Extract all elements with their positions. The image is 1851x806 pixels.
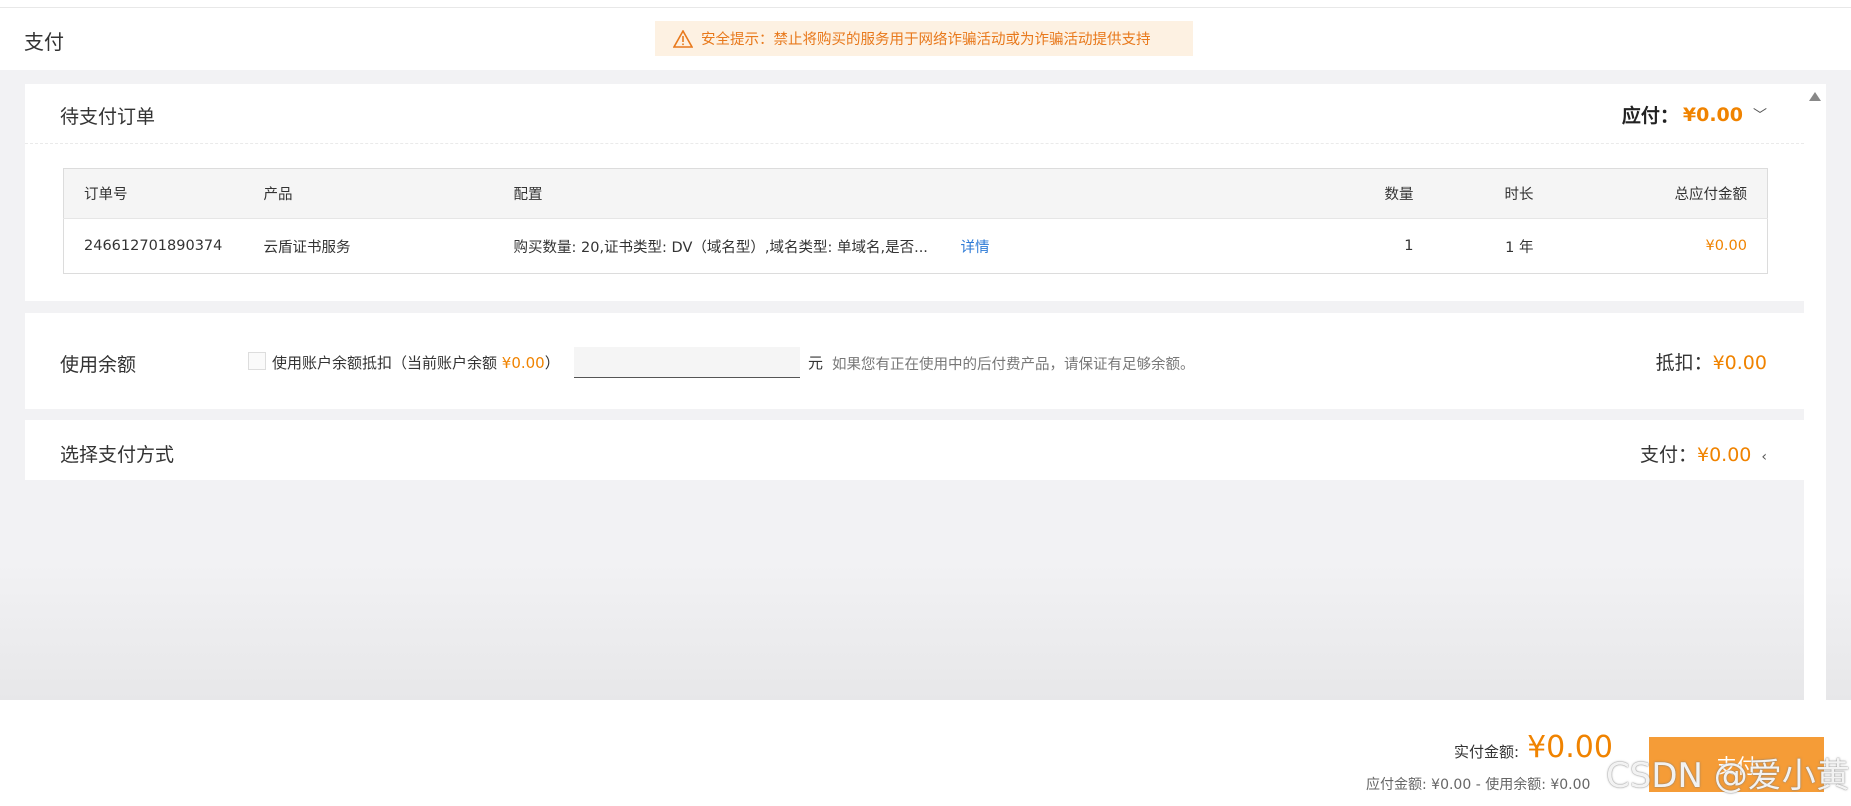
real-amount: ¥0.00 [1527,730,1613,765]
notice-text: 安全提示：禁止将购买的服务用于网络诈骗活动或为诈骗活动提供支持 [701,32,1151,48]
table-header-row: 订单号 产品 配置 数量 时长 总应付金额 [63,168,1768,219]
col-product: 产品 [263,168,514,219]
real-amount-label: 实付金额: [1454,743,1520,761]
payable-label: 应付： [1621,105,1679,127]
balance-amount-input[interactable] [574,347,800,378]
use-balance-checkbox[interactable] [248,352,266,370]
top-border [0,0,1851,8]
chevron-left-icon[interactable]: ‹ [1761,449,1767,465]
watermark: CSDN @爱小黄 [1606,756,1850,796]
currency-unit: 元 [808,354,824,372]
balance-hint: 如果您有正在使用中的后付费产品，请保证有足够余额。 [832,357,1195,373]
warning-icon [673,29,693,48]
orders-table: 订单号 产品 配置 数量 时长 总应付金额 246612701890374 云盾… [63,168,1768,274]
duration: 1 年 [1505,239,1534,256]
payment-method-panel[interactable]: 选择支付方式 支付：¥0.00 ‹ [25,420,1804,480]
deduction-amount: ¥0.00 [1712,352,1767,374]
product-name: 云盾证书服务 [263,239,351,256]
page-header: 支付 安全提示：禁止将购买的服务用于网络诈骗活动或为诈骗活动提供支持 [0,8,1851,70]
payable-summary[interactable]: 应付： ¥0.00 ﹀ [1622,101,1767,128]
use-balance-label[interactable]: 使用账户余额抵扣（当前账户余额 ¥0.00） [272,352,560,373]
col-total: 总应付金额 [1533,168,1768,219]
amount-breakdown: 应付金额: ¥0.00 - 使用余额: ¥0.00 [1366,777,1591,793]
col-order-no: 订单号 [63,168,264,219]
deduction-label: 抵扣： [1655,352,1713,374]
pending-orders-panel: 待支付订单 应付： ¥0.00 ﹀ 订单号 产品 配置 数量 时长 总应付金额 … [25,84,1804,301]
checkout-footer: 实付金额: ¥0.00 应付金额: ¥0.00 - 使用余额: ¥0.00 支付 [0,700,1851,806]
real-amount-summary: 实付金额: ¥0.00 [1454,730,1613,765]
pending-orders-title: 待支付订单 [60,106,156,128]
order-no: 246612701890374 [84,238,223,254]
payment-method-title: 选择支付方式 [60,444,175,466]
scrollbar[interactable] [1804,84,1826,700]
payment-summary[interactable]: 支付：¥0.00 ‹ [1640,440,1767,467]
pending-orders-header[interactable]: 待支付订单 应付： ¥0.00 ﹀ [25,84,1804,144]
config-text: 购买数量: 20,证书类型: DV（域名型）,域名类型: 单域名,是否... [513,239,928,256]
total-amount: ¥0.00 [1705,238,1747,254]
scroll-up-icon[interactable] [1809,92,1821,101]
security-notice: 安全提示：禁止将购买的服务用于网络诈骗活动或为诈骗活动提供支持 [655,21,1193,56]
use-balance-label-text: 使用账户余额抵扣（当前账户余额 [272,354,502,372]
use-balance-label-end: ） [544,354,560,372]
page-title: 支付 [24,30,64,54]
balance-title: 使用余额 [60,354,137,376]
col-config: 配置 [513,168,1284,219]
col-qty: 数量 [1283,168,1414,219]
config-cell: 购买数量: 20,证书类型: DV（域名型）,域名类型: 单域名,是否... 详… [514,219,1284,274]
balance-panel: 使用余额 使用账户余额抵扣（当前账户余额 ¥0.00） 元 如果您有正在使用中的… [25,313,1804,409]
payable-amount: ¥0.00 [1682,103,1743,126]
payment-amount: ¥0.00 [1696,444,1752,466]
table-row: 246612701890374 云盾证书服务 购买数量: 20,证书类型: DV… [64,219,1768,274]
col-duration: 时长 [1413,168,1534,219]
detail-link[interactable]: 详情 [961,240,990,256]
payment-label: 支付： [1639,444,1697,466]
quantity: 1 [1404,238,1414,254]
deduction-summary: 抵扣：¥0.00 [1656,348,1767,375]
current-balance: ¥0.00 [501,354,545,372]
chevron-down-icon[interactable]: ﹀ [1753,105,1767,125]
